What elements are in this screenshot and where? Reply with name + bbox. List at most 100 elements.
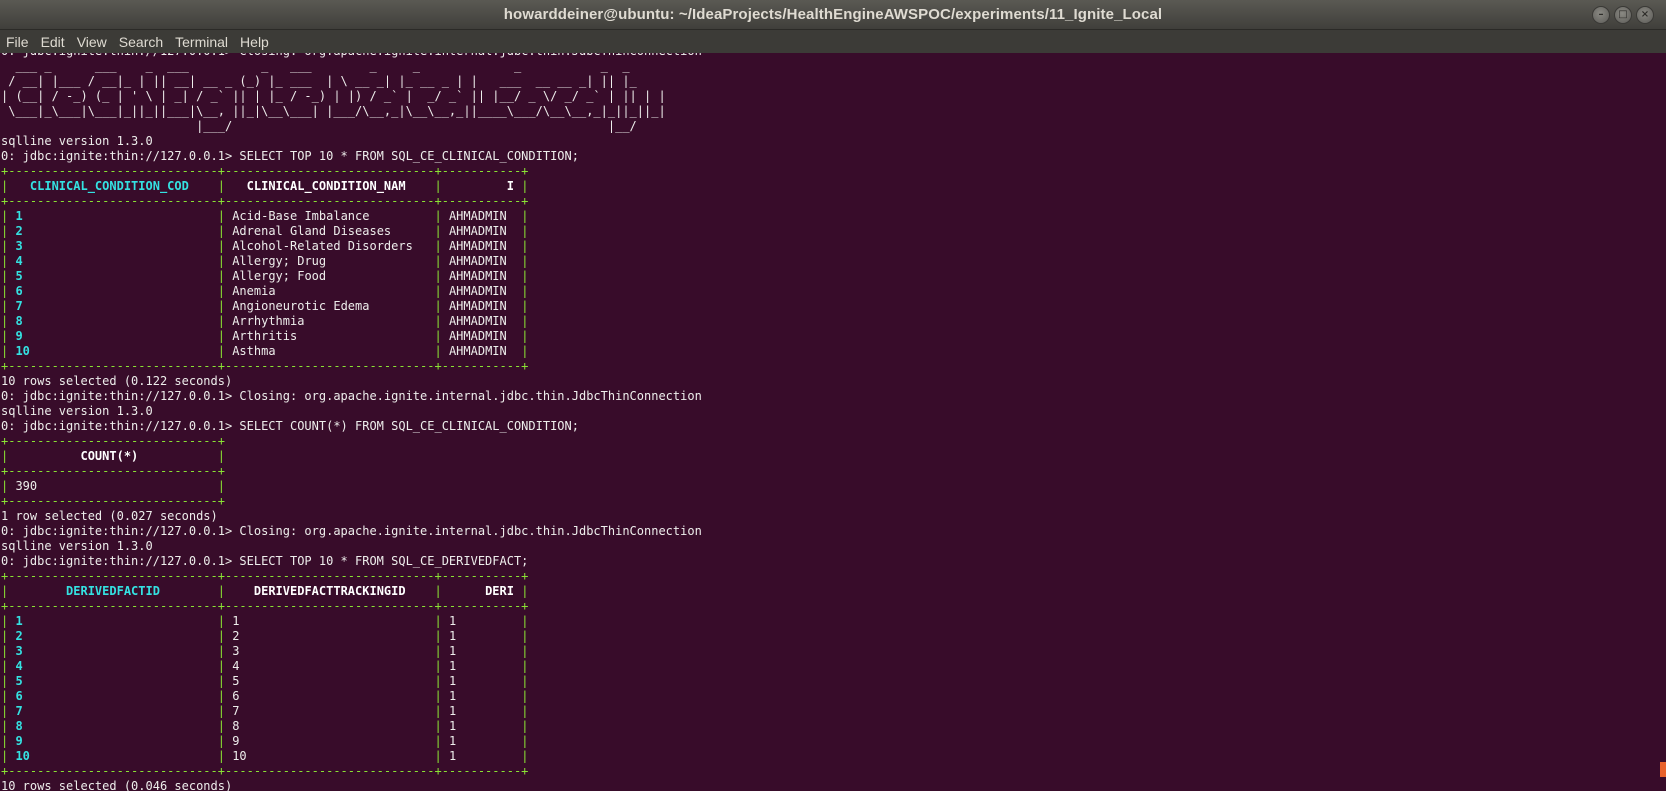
window-titlebar[interactable]: howarddeiner@ubuntu: ~/IdeaProjects/Heal… — [0, 0, 1666, 30]
menu-file[interactable]: File — [6, 34, 29, 50]
maximize-button[interactable]: □ — [1614, 6, 1632, 24]
table-border: | — [217, 224, 225, 238]
table-border: +-----------------------------+ — [1, 464, 225, 478]
table-border: | — [434, 719, 442, 733]
table-border: +-----------------------------+---------… — [1, 194, 529, 208]
table-border: | — [217, 749, 225, 763]
table-cell: 10 — [224, 749, 435, 763]
table-border: | — [434, 179, 442, 193]
ascii-banner-text: / __| |___ / __|_ | || __| __ _ (_) |_ _… — [1, 74, 644, 88]
table-border: | — [521, 224, 529, 238]
close-button[interactable]: × — [1636, 6, 1654, 24]
table-cell: 3 — [224, 644, 435, 658]
menu-help[interactable]: Help — [240, 34, 269, 50]
column-header: DERI — [441, 584, 522, 598]
table-cell: 8 — [8, 719, 218, 733]
table-border: | — [521, 284, 529, 298]
sqlline-version: sqlline version 1.3.0 — [1, 404, 153, 418]
table-border: | — [521, 344, 529, 358]
table-row: | 8 | Arrhythmia | AHMADMIN | — [1, 314, 702, 329]
table-cell: 8 — [8, 314, 218, 328]
table-border: | — [434, 314, 442, 328]
sqlline-version: sqlline version 1.3.0 — [1, 134, 153, 148]
table-cell: 7 — [8, 299, 218, 313]
table-row: | 6 | 6 | 1 | — [1, 689, 702, 704]
table-cell: Angioneurotic Edema — [224, 299, 435, 313]
table-border: | — [434, 284, 442, 298]
table-header-row: | COUNT(*) | — [1, 449, 702, 464]
table-border: | — [434, 629, 442, 643]
table-cell: AHMADMIN — [441, 269, 522, 283]
ascii-banner-line: ___ _ ___ _ ___ _ ___ _ _ _ _ _ — [1, 59, 702, 74]
table-cell: 1 — [441, 629, 522, 643]
ascii-banner-line: |___/ |__/ — [1, 119, 702, 134]
table-cell: 8 — [224, 719, 435, 733]
table-row: | 10 | Asthma | AHMADMIN | — [1, 344, 702, 359]
table-border: | — [521, 674, 529, 688]
sql-command: 0: jdbc:ignite:thin://127.0.0.1> SELECT … — [1, 419, 579, 433]
table-border: | — [434, 734, 442, 748]
table-cell: 1 — [441, 689, 522, 703]
menu-view[interactable]: View — [77, 34, 107, 50]
table-border: | — [521, 209, 529, 223]
terminal-cursor — [1660, 762, 1666, 777]
terminal-output[interactable]: 0: jdbc:ignite:thin://127.0.0.1> Closing… — [0, 53, 1666, 791]
menu-terminal[interactable]: Terminal — [175, 34, 228, 50]
table-cell: Allergy; Food — [224, 269, 435, 283]
table-border: +-----------------------------+ — [1, 434, 225, 448]
table-border: | — [434, 239, 442, 253]
table-border: | — [217, 644, 225, 658]
table-row: | 5 | 5 | 1 | — [1, 674, 702, 689]
table-cell: 1 — [441, 719, 522, 733]
table-cell: 6 — [8, 689, 218, 703]
table-border: | — [217, 629, 225, 643]
table-cell: Acid-Base Imbalance — [224, 209, 435, 223]
query-status: 10 rows selected (0.122 seconds) — [1, 374, 233, 388]
table-cell: 3 — [8, 644, 218, 658]
table-border: | — [434, 674, 442, 688]
table-cell: 4 — [8, 659, 218, 673]
column-header: DERIVEDFACTID — [8, 584, 218, 598]
table-border: | — [217, 239, 225, 253]
connection-closing: 0: jdbc:ignite:thin://127.0.0.1> Closing… — [1, 524, 702, 538]
connection-closing: 0: jdbc:ignite:thin://127.0.0.1> Closing… — [1, 389, 702, 403]
window-controls: – □ × — [1592, 6, 1654, 24]
column-header: I — [441, 179, 522, 193]
query-status: 1 row selected (0.027 seconds) — [1, 509, 218, 523]
table-row: | 7 | Angioneurotic Edema | AHMADMIN | — [1, 299, 702, 314]
table-cell: 1 — [441, 674, 522, 688]
table-border: | — [521, 629, 529, 643]
table-border: | — [434, 269, 442, 283]
table-cell: 1 — [441, 704, 522, 718]
table-cell: 9 — [224, 734, 435, 748]
table-cell: AHMADMIN — [441, 254, 522, 268]
minimize-button[interactable]: – — [1592, 6, 1610, 24]
ascii-banner-line: | (__| / -_) (_ | ' \ | _| / _` || | |_ … — [1, 89, 702, 104]
table-border: | — [521, 314, 529, 328]
table-border: +-----------------------------+ — [1, 494, 225, 508]
table-header-row: | CLINICAL_CONDITION_COD | CLINICAL_COND… — [1, 179, 702, 194]
table-row: | 2 | Adrenal Gland Diseases | AHMADMIN … — [1, 224, 702, 239]
table-border: | — [217, 734, 225, 748]
table-border: | — [217, 689, 225, 703]
table-cell: AHMADMIN — [441, 344, 522, 358]
table-row: | 8 | 8 | 1 | — [1, 719, 702, 734]
table-border: | — [521, 299, 529, 313]
table-border: +-----------------------------+---------… — [1, 764, 529, 778]
menu-edit[interactable]: Edit — [41, 34, 65, 50]
table-cell: 1 — [441, 734, 522, 748]
table-border: | — [434, 689, 442, 703]
table-border: | — [217, 179, 225, 193]
table-row: | 2 | 2 | 1 | — [1, 629, 702, 644]
table-row: | 7 | 7 | 1 | — [1, 704, 702, 719]
column-header: CLINICAL_CONDITION_NAM — [224, 179, 435, 193]
table-border: +-----------------------------+---------… — [1, 599, 529, 613]
table-border: | — [434, 614, 442, 628]
table-cell: 1 — [441, 749, 522, 763]
table-row: | 10 | 10 | 1 | — [1, 749, 702, 764]
table-cell: AHMADMIN — [441, 239, 522, 253]
table-cell: 1 — [441, 614, 522, 628]
table-border: | — [434, 644, 442, 658]
menu-search[interactable]: Search — [119, 34, 163, 50]
table-border: | — [521, 749, 529, 763]
